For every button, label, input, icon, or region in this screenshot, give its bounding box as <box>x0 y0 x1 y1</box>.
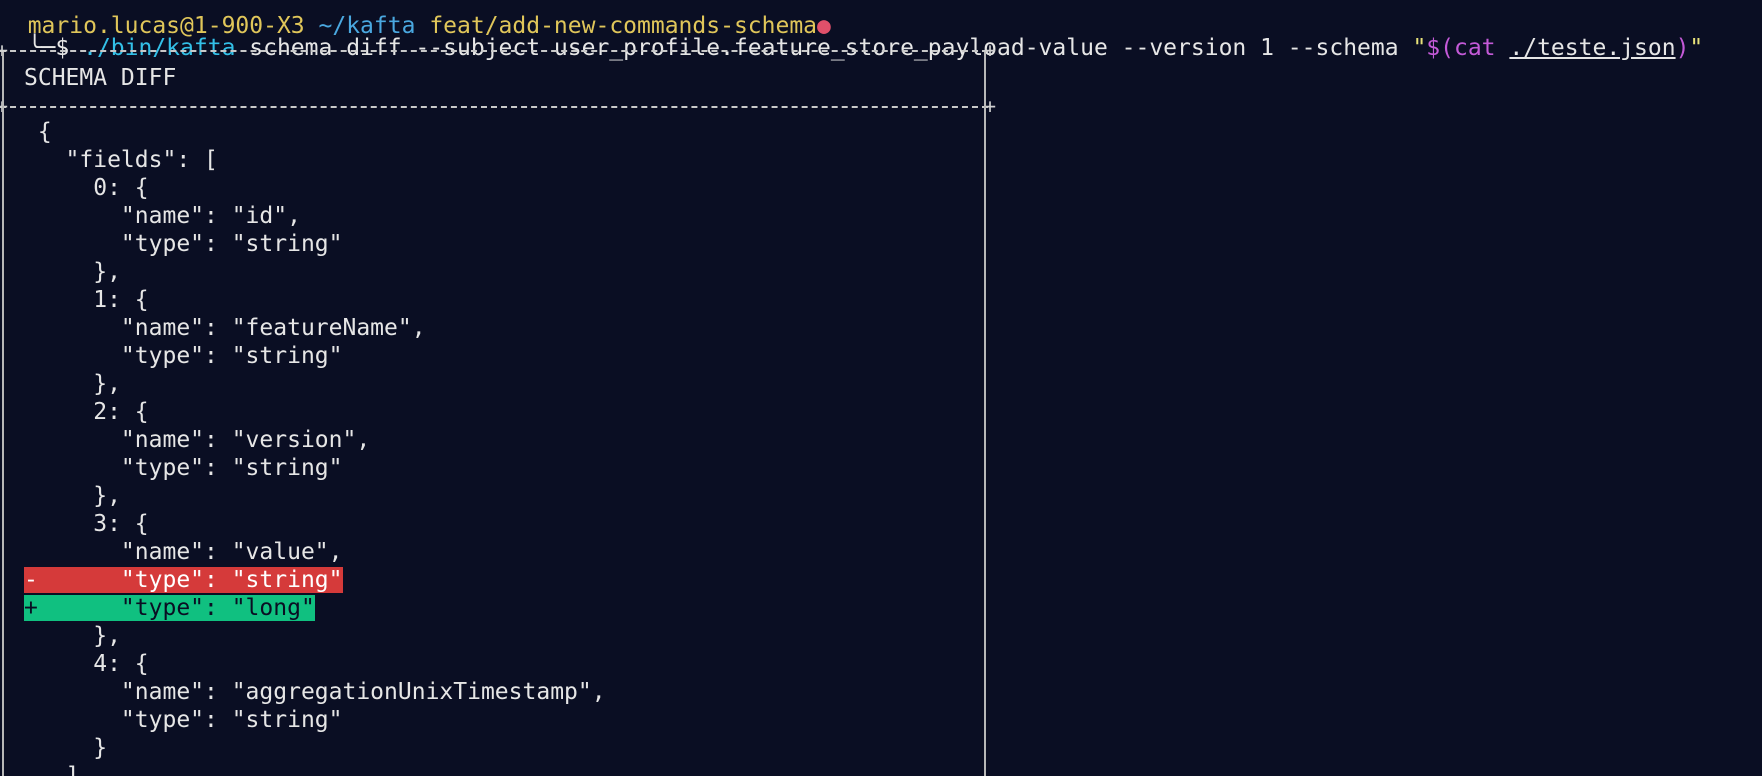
prompt-symbol: ╰─$ <box>27 35 84 61</box>
diff-line: "name": "version", <box>24 427 371 453</box>
command-line[interactable]: ╰─$ ./bin/kafta schema diff --subject us… <box>0 6 1704 61</box>
diff-line: }, <box>24 259 121 285</box>
table-left-border <box>2 52 4 776</box>
diff-line: }, <box>24 371 121 397</box>
diff-line: 2: { <box>24 399 149 425</box>
diff-line: "fields": [ <box>24 147 218 173</box>
quote-close: " <box>1689 35 1704 61</box>
table-header-border: + + <box>0 94 996 118</box>
diff-line: "type": "string" <box>24 231 343 257</box>
diff-line: } <box>24 735 108 761</box>
subst-close: ) <box>1675 35 1690 61</box>
diff-line: }, <box>24 483 121 509</box>
diff-line: }, <box>24 623 121 649</box>
diff-line: "name": "featureName", <box>24 315 426 341</box>
diff-line: "name": "id", <box>24 203 301 229</box>
quote-open: " <box>1412 35 1427 61</box>
diff-line-added: + "type": "long" <box>24 595 315 621</box>
diff-line: 4: { <box>24 651 149 677</box>
diff-line: 1: { <box>24 287 149 313</box>
diff-line: "type": "string" <box>24 343 343 369</box>
diff-line: "type": "string" <box>24 707 343 733</box>
diff-line: 0: { <box>24 175 149 201</box>
diff-line-removed: - "type": "string" <box>24 567 343 593</box>
diff-line: "name": "aggregationUnixTimestamp", <box>24 679 606 705</box>
diff-line: "type": "string" <box>24 455 343 481</box>
subst-open: $(cat <box>1426 35 1510 61</box>
command-binary: ./bin/kafta <box>83 35 236 61</box>
diff-line: 3: { <box>24 511 149 537</box>
table-top-border: + + <box>0 38 996 62</box>
schema-file-path[interactable]: ./teste.json <box>1509 35 1675 61</box>
command-args: schema diff --subject user_profile.featu… <box>235 35 1413 61</box>
diff-line: "name": "value", <box>24 539 343 565</box>
diff-line: { <box>24 119 52 145</box>
table-header: SCHEMA DIFF <box>24 65 177 91</box>
table-right-border <box>984 52 986 776</box>
diff-line: ] <box>24 763 80 776</box>
